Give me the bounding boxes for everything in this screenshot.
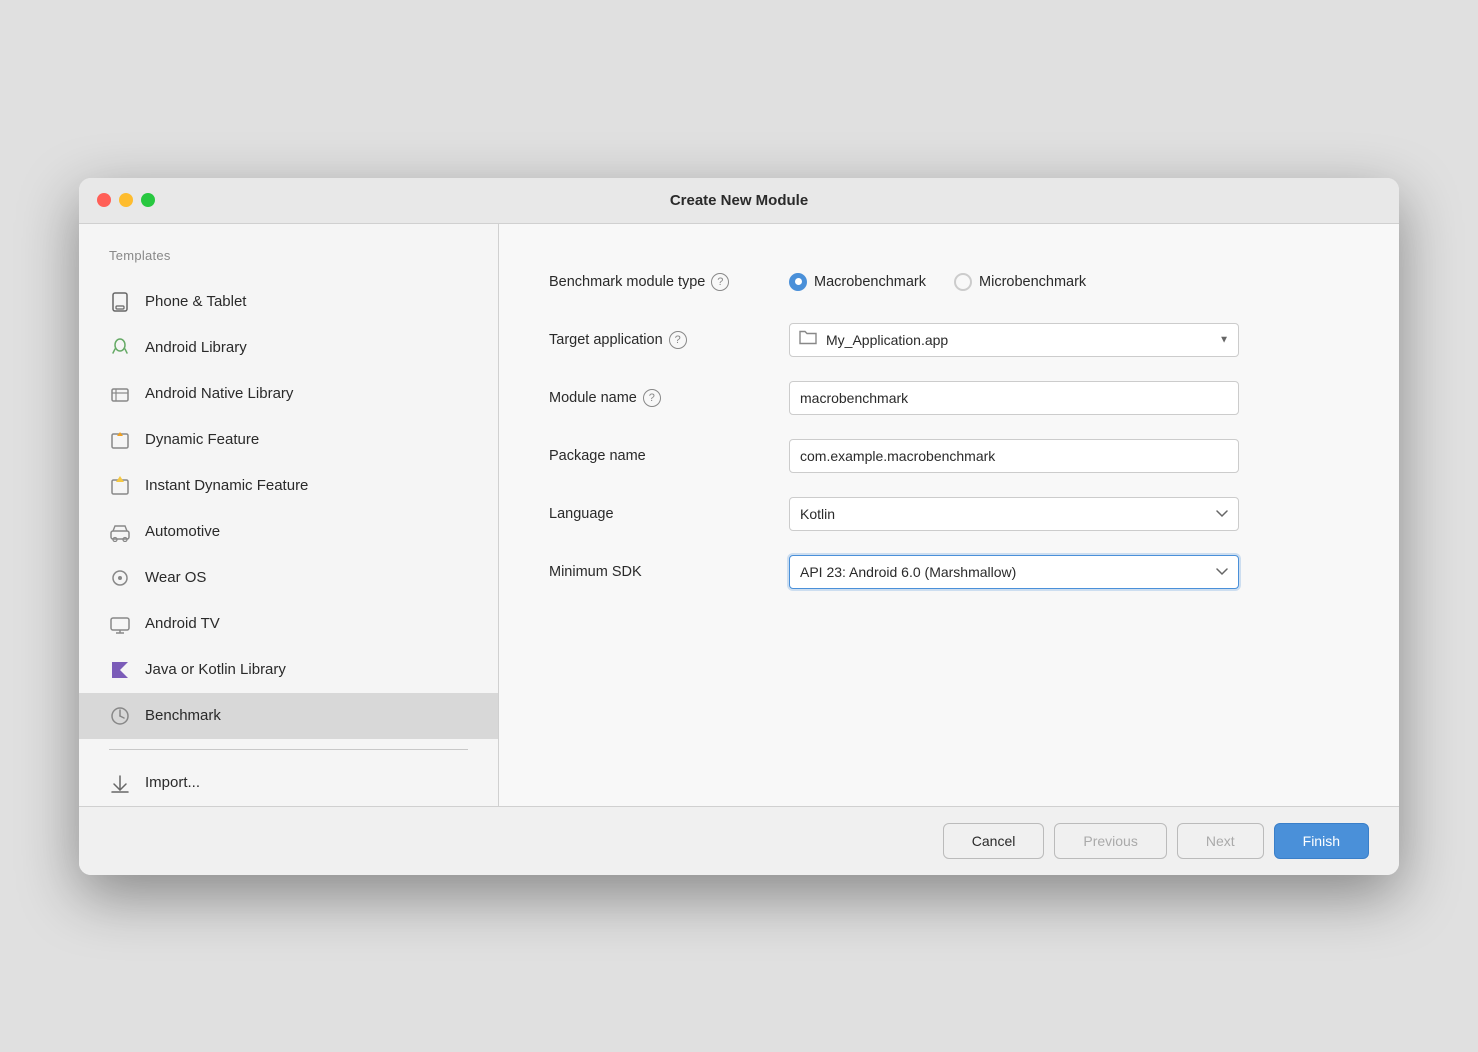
module-name-input[interactable] — [789, 381, 1239, 415]
android-tv-icon — [109, 613, 131, 635]
dialog-footer: Cancel Previous Next Finish — [79, 806, 1399, 875]
target-application-select[interactable]: My_Application.app — [789, 323, 1239, 357]
minimum-sdk-select[interactable]: API 23: Android 6.0 (Marshmallow) API 24… — [789, 555, 1239, 589]
minimum-sdk-row: Minimum SDK API 23: Android 6.0 (Marshma… — [549, 554, 1349, 590]
language-select[interactable]: Kotlin Java — [789, 497, 1239, 531]
package-name-label: Package name — [549, 448, 789, 464]
minimum-sdk-label: Minimum SDK — [549, 564, 789, 580]
automotive-icon — [109, 521, 131, 543]
sidebar-item-android-library[interactable]: Android Library — [79, 325, 498, 371]
title-bar: Create New Module — [79, 178, 1399, 224]
dynamic-feature-icon — [109, 429, 131, 451]
target-application-select-wrapper: My_Application.app ▼ — [789, 323, 1239, 357]
finish-button[interactable]: Finish — [1274, 823, 1369, 859]
module-name-label: Module name ? — [549, 389, 789, 407]
sidebar-item-wear-os[interactable]: Wear OS — [79, 555, 498, 601]
android-native-library-icon — [109, 383, 131, 405]
main-content: Benchmark module type ? Macrobenchmark M… — [499, 224, 1399, 806]
sidebar-item-android-tv[interactable]: Android TV — [79, 601, 498, 647]
target-application-label: Target application ? — [549, 331, 789, 349]
sidebar-item-import-label: Import... — [145, 774, 200, 791]
sidebar-item-wear-os-label: Wear OS — [145, 569, 206, 586]
module-name-row: Module name ? — [549, 380, 1349, 416]
cancel-button[interactable]: Cancel — [943, 823, 1045, 859]
sidebar-item-kotlin-library[interactable]: Java or Kotlin Library — [79, 647, 498, 693]
macrobenchmark-label: Macrobenchmark — [814, 274, 926, 290]
benchmark-module-type-label: Benchmark module type ? — [549, 273, 789, 291]
maximize-button[interactable] — [141, 193, 155, 207]
sidebar-item-instant-dynamic-feature[interactable]: Instant Dynamic Feature — [79, 463, 498, 509]
sidebar-item-automotive[interactable]: Automotive — [79, 509, 498, 555]
sidebar-item-benchmark-label: Benchmark — [145, 707, 221, 724]
sidebar-item-phone-tablet-label: Phone & Tablet — [145, 293, 246, 310]
benchmark-module-type-help[interactable]: ? — [711, 273, 729, 291]
sidebar-item-dynamic-feature-label: Dynamic Feature — [145, 431, 259, 448]
microbenchmark-radio[interactable]: Microbenchmark — [954, 273, 1086, 291]
benchmark-module-type-row: Benchmark module type ? Macrobenchmark M… — [549, 264, 1349, 300]
sidebar-item-android-tv-label: Android TV — [145, 615, 220, 632]
language-row: Language Kotlin Java — [549, 496, 1349, 532]
window-controls — [97, 193, 155, 207]
dialog-body: Templates Phone & Tablet Android Library… — [79, 224, 1399, 806]
import-icon — [109, 772, 131, 794]
package-name-row: Package name — [549, 438, 1349, 474]
close-button[interactable] — [97, 193, 111, 207]
module-name-help[interactable]: ? — [643, 389, 661, 407]
sidebar-item-import[interactable]: Import... — [79, 760, 498, 806]
benchmark-module-type-radios: Macrobenchmark Microbenchmark — [789, 273, 1086, 291]
sidebar-item-benchmark[interactable]: Benchmark — [79, 693, 498, 739]
dialog-title: Create New Module — [670, 192, 808, 209]
microbenchmark-label: Microbenchmark — [979, 274, 1086, 290]
sidebar-item-automotive-label: Automotive — [145, 523, 220, 540]
sidebar-item-instant-dynamic-feature-label: Instant Dynamic Feature — [145, 477, 308, 494]
create-new-module-dialog: Create New Module Templates Phone & Tabl… — [79, 178, 1399, 875]
target-application-help[interactable]: ? — [669, 331, 687, 349]
sidebar: Templates Phone & Tablet Android Library… — [79, 224, 499, 806]
sidebar-item-phone-tablet[interactable]: Phone & Tablet — [79, 279, 498, 325]
sidebar-item-kotlin-library-label: Java or Kotlin Library — [145, 661, 286, 678]
next-button[interactable]: Next — [1177, 823, 1264, 859]
sidebar-header: Templates — [79, 248, 498, 279]
android-library-icon — [109, 337, 131, 359]
sidebar-item-dynamic-feature[interactable]: Dynamic Feature — [79, 417, 498, 463]
wear-os-icon — [109, 567, 131, 589]
instant-dynamic-feature-icon — [109, 475, 131, 497]
language-label: Language — [549, 506, 789, 522]
minimize-button[interactable] — [119, 193, 133, 207]
kotlin-library-icon — [109, 659, 131, 681]
macrobenchmark-radio[interactable]: Macrobenchmark — [789, 273, 926, 291]
benchmark-icon — [109, 705, 131, 727]
sidebar-divider — [109, 749, 468, 750]
microbenchmark-radio-circle — [954, 273, 972, 291]
sidebar-item-android-native-library-label: Android Native Library — [145, 385, 293, 402]
sidebar-item-android-native-library[interactable]: Android Native Library — [79, 371, 498, 417]
macrobenchmark-radio-circle — [789, 273, 807, 291]
package-name-input[interactable] — [789, 439, 1239, 473]
sidebar-item-android-library-label: Android Library — [145, 339, 247, 356]
previous-button[interactable]: Previous — [1054, 823, 1166, 859]
phone-tablet-icon — [109, 291, 131, 313]
target-application-row: Target application ? My_Application.app … — [549, 322, 1349, 358]
